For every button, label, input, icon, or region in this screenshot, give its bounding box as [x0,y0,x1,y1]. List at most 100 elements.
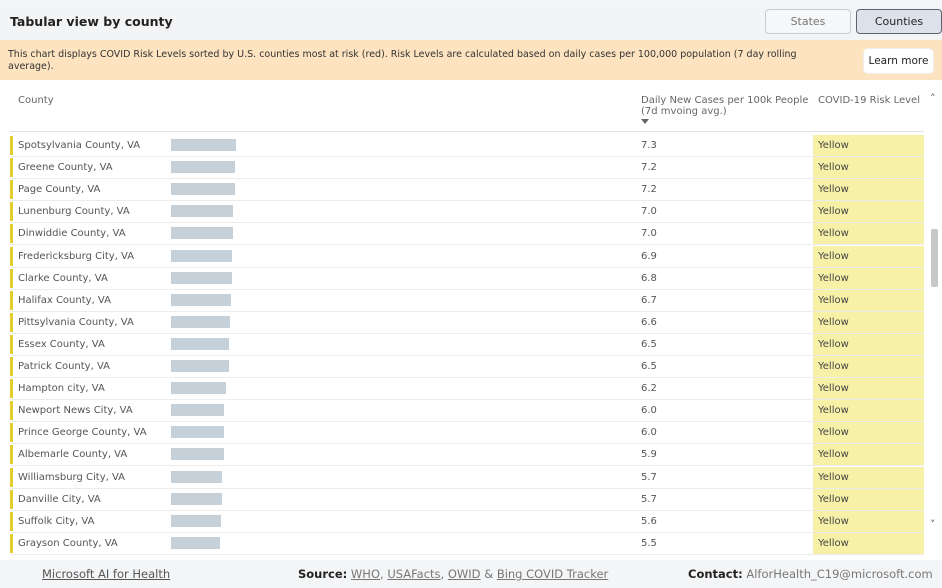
risk-stripe [10,445,13,465]
county-name: Essex County, VA [18,338,105,350]
table-row[interactable]: Lunenburg County, VA 7.0 Yellow [10,201,924,224]
table-row[interactable]: Patrick County, VA 6.5 Yellow [10,356,924,378]
cases-bar [171,205,234,218]
counties-toggle-button[interactable]: Counties [856,9,942,34]
county-name: Albemarle County, VA [18,449,128,461]
table-row[interactable]: Halifax County, VA 6.7 Yellow [10,289,924,312]
risk-level-cell: Yellow [813,488,924,510]
table-row[interactable]: Essex County, VA 6.5 Yellow [10,333,924,356]
table-body: Spotsylvania County, VA 7.3 Yellow Greene C… [0,135,928,555]
county-name: Greene County, VA [18,162,113,174]
cases-bar [171,536,220,549]
cases-bar [171,161,236,174]
table-row[interactable]: Hampton city, VA 6.2 Yellow [10,378,924,401]
risk-level-cell: Yellow [813,400,924,422]
source-owid-link[interactable]: OWID [448,567,481,581]
cases-bar [171,293,231,306]
microsoft-ai-health-link[interactable]: Microsoft AI for Health [42,567,170,581]
table-row[interactable]: Pittsylvania County, VA 6.6 Yellow [10,311,924,334]
cases-value: 6.2 [641,383,657,395]
table-row[interactable]: Grayson County, VA 5.5 Yellow [10,532,924,555]
risk-level-cell: Yellow [813,135,924,156]
cases-bar [171,360,229,372]
contact-line: Contact: AlforHealth_C19@microsoft.com [688,567,933,581]
cases-bar [171,271,232,284]
cases-bar [171,448,224,461]
table-row[interactable]: Fredericksburg City, VA 6.9 Yellow [10,245,924,268]
cases-bar [171,382,227,395]
source-who-link[interactable]: WHO [351,567,380,581]
cases-value: 6.5 [641,338,657,350]
risk-level-cell: Yellow [813,466,924,488]
cases-bar [171,514,221,527]
cases-value: 6.0 [641,427,657,439]
scroll-thumb[interactable] [931,229,938,287]
header-divider [10,131,924,132]
table-row[interactable]: Page County, VA 7.2 Yellow [10,179,924,202]
cases-value: 7.3 [641,140,657,151]
risk-stripe [10,533,13,553]
source-line: Source: WHO, USAFacts, OWID & Bing COVID… [298,567,609,581]
county-name: Fredericksburg City, VA [18,250,135,262]
cases-value: 6.5 [641,361,657,372]
page-title: Tabular view by county [10,14,173,29]
cases-bar [171,426,225,439]
sort-descending-icon[interactable] [641,119,649,124]
county-name: Newport News City, VA [18,405,133,417]
table-row[interactable]: Greene County, VA 7.2 Yellow [10,157,924,180]
risk-level-cell: Yellow [813,378,924,400]
cases-value: 7.0 [641,228,657,240]
table-row[interactable]: Williamsburg City, VA 5.7 Yellow [10,466,924,489]
risk-stripe [10,357,13,376]
table-row[interactable]: Newport News City, VA 6.0 Yellow [10,400,924,423]
banner-text: This chart displays COVID Risk Levels so… [8,49,797,72]
risk-level-cell: Yellow [813,157,924,179]
states-toggle-button[interactable]: States [765,9,851,34]
table-row[interactable]: Suffolk City, VA 5.6 Yellow [10,510,924,533]
risk-stripe [10,202,13,222]
cases-value: 6.9 [641,250,657,262]
column-header-cases[interactable]: Daily New Cases per 100k People (7d mvoi… [641,95,811,117]
chevron-up-icon[interactable]: ˄ [930,92,936,105]
risk-stripe [10,423,13,443]
table-scrollbar[interactable]: ˄ ˅ [928,92,942,540]
county-name: Pittsylvania County, VA [18,316,134,328]
table-row[interactable]: Dinwiddie County, VA 7.0 Yellow [10,223,924,246]
footer: Microsoft AI for Health Source: WHO, USA… [0,560,942,588]
cases-value: 6.6 [641,316,657,328]
header-bar: Tabular view by county States Counties [0,4,942,40]
risk-stripe [10,334,13,354]
learn-more-button[interactable]: Learn more [863,48,934,74]
risk-stripe [10,379,13,399]
contact-email[interactable]: AlforHealth_C19@microsoft.com [746,567,932,581]
cases-bar [171,315,230,328]
county-name: Williamsburg City, VA [18,471,126,483]
county-name: Prince George County, VA [18,427,147,439]
risk-level-cell: Yellow [813,356,924,377]
county-name: Halifax County, VA [18,294,111,306]
table-row[interactable]: Danville City, VA 5.7 Yellow [10,488,924,511]
risk-level-cell: Yellow [813,245,924,267]
risk-stripe [10,224,13,244]
table-row[interactable]: Prince George County, VA 6.0 Yellow [10,422,924,445]
cases-value: 5.6 [641,515,657,527]
risk-stripe [10,467,13,487]
risk-level-cell: Yellow [813,333,924,355]
cases-value: 6.7 [641,294,657,306]
cases-value: 7.2 [641,184,657,196]
cases-value: 5.7 [641,471,657,483]
chevron-down-icon[interactable]: ˅ [930,518,936,531]
table-row[interactable]: Spotsylvania County, VA 7.3 Yellow [10,135,924,157]
risk-level-cell: Yellow [813,311,924,333]
county-name: Patrick County, VA [18,361,111,372]
cases-bar [171,227,234,240]
county-name: Spotsylvania County, VA [18,140,141,151]
table-row[interactable]: Clarke County, VA 6.8 Yellow [10,267,924,290]
column-header-county[interactable]: County [18,95,54,106]
table-row[interactable]: Albemarle County, VA 5.9 Yellow [10,444,924,467]
source-label: Source: [298,567,348,581]
risk-stripe [10,136,13,155]
column-header-risk[interactable]: COVID-19 Risk Level [818,95,920,106]
source-usafacts-link[interactable]: USAFacts [387,567,440,581]
source-bing-link[interactable]: Bing COVID Tracker [497,567,608,581]
